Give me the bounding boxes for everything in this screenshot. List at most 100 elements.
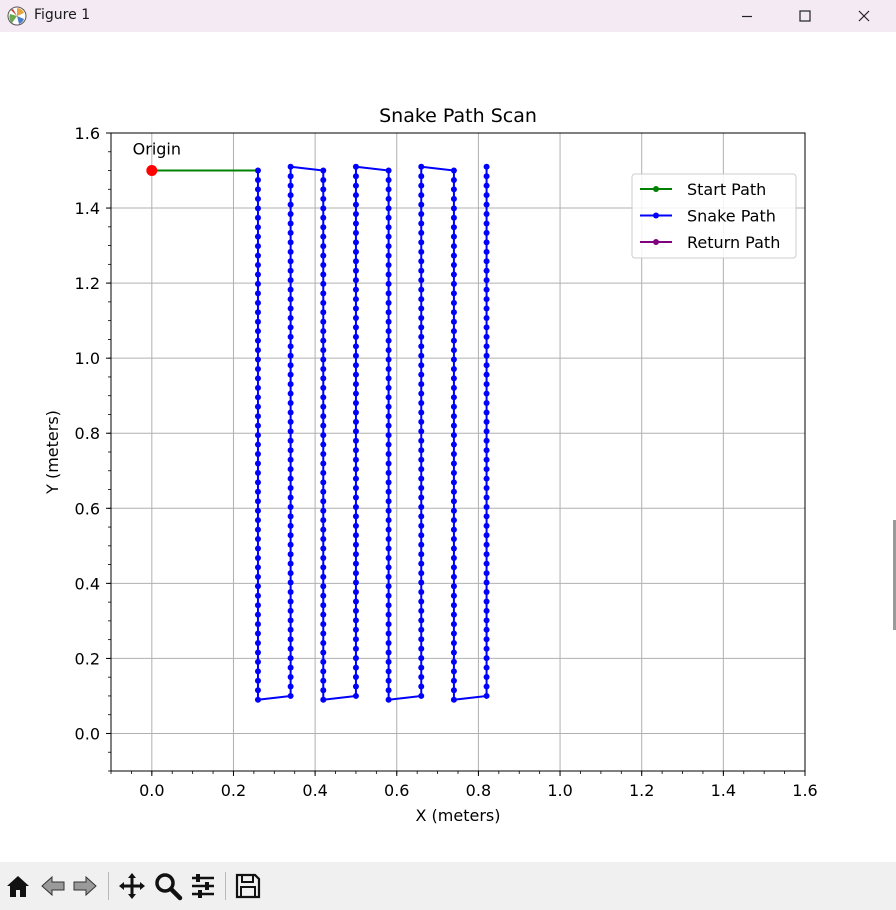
snake-path-point bbox=[418, 664, 425, 671]
snake-path-point bbox=[320, 195, 327, 202]
snake-path-point bbox=[385, 375, 392, 382]
snake-path-point bbox=[483, 343, 490, 350]
plot-data: Origin bbox=[133, 140, 490, 703]
snake-path-point bbox=[418, 324, 425, 331]
snake-path-point bbox=[254, 554, 261, 561]
snake-path-point bbox=[418, 598, 425, 605]
snake-path-point bbox=[352, 324, 359, 331]
snake-path-point bbox=[352, 362, 359, 369]
snake-path-point bbox=[320, 687, 327, 694]
minimize-button[interactable] bbox=[718, 0, 776, 32]
snake-path-point bbox=[385, 271, 392, 278]
snake-path-point bbox=[320, 214, 327, 221]
snake-path-point bbox=[352, 674, 359, 681]
origin-marker bbox=[146, 165, 158, 177]
snake-path-point bbox=[287, 163, 294, 170]
snake-path-point bbox=[352, 192, 359, 199]
snake-path-point bbox=[352, 655, 359, 662]
snake-path-point bbox=[418, 428, 425, 435]
figure-canvas[interactable]: 0.0 0.2 0.4 0.6 0.8 1.0 1.2 1.4 1.6 0.0 0.2 0.4 0.6 0… bbox=[0, 32, 896, 862]
snake-path-point bbox=[385, 224, 392, 231]
snake-path-point bbox=[320, 602, 327, 609]
snake-path-point bbox=[483, 352, 490, 359]
snake-path-point bbox=[320, 564, 327, 571]
snake-path-point bbox=[352, 494, 359, 501]
configure-subplots-button[interactable] bbox=[187, 870, 219, 902]
snake-path-point bbox=[287, 626, 294, 633]
snake-path-point bbox=[352, 305, 359, 312]
snake-path-point bbox=[287, 390, 294, 397]
snake-path-point bbox=[385, 630, 392, 637]
snake-path-point bbox=[418, 333, 425, 340]
snake-path-point bbox=[352, 607, 359, 614]
snake-path-point bbox=[254, 451, 261, 458]
maximize-icon bbox=[799, 10, 811, 22]
snake-path-point bbox=[385, 564, 392, 571]
snake-path-point bbox=[287, 513, 294, 520]
snake-path-point bbox=[287, 343, 294, 350]
snake-path-point bbox=[320, 243, 327, 250]
snake-path-point bbox=[385, 318, 392, 325]
snake-path-point bbox=[254, 488, 261, 495]
snake-path-point bbox=[385, 384, 392, 391]
snake-path-point bbox=[254, 639, 261, 646]
snake-path-point bbox=[352, 286, 359, 293]
snake-path-point bbox=[450, 583, 457, 590]
snake-path-point bbox=[254, 233, 261, 240]
snake-path-point bbox=[352, 201, 359, 208]
save-button[interactable] bbox=[232, 870, 264, 902]
snake-path-point bbox=[418, 617, 425, 624]
window-title: Figure 1 bbox=[34, 7, 91, 23]
snake-path-point bbox=[254, 460, 261, 467]
snake-path-point bbox=[385, 195, 392, 202]
snake-path-point bbox=[483, 400, 490, 407]
window-titlebar: Figure 1 bbox=[0, 0, 896, 32]
snake-path-point bbox=[450, 290, 457, 297]
snake-path-point bbox=[483, 220, 490, 227]
snake-path-point bbox=[450, 602, 457, 609]
snake-path-point bbox=[418, 447, 425, 454]
navigation-toolbar bbox=[0, 862, 896, 910]
snake-path-point bbox=[450, 214, 457, 221]
snake-path-point bbox=[287, 239, 294, 246]
snake-path-point bbox=[483, 692, 490, 699]
snake-path-point bbox=[450, 195, 457, 202]
snake-path-point bbox=[320, 441, 327, 448]
snake-path-point bbox=[287, 305, 294, 312]
zoom-button[interactable] bbox=[152, 870, 184, 902]
forward-button[interactable] bbox=[69, 870, 101, 902]
snake-path-point bbox=[385, 167, 392, 174]
snake-path-point bbox=[254, 422, 261, 429]
snake-path-point bbox=[450, 469, 457, 476]
snake-path-point bbox=[418, 239, 425, 246]
snake-path-point bbox=[418, 305, 425, 312]
home-button[interactable] bbox=[2, 870, 34, 902]
snake-path-point bbox=[287, 333, 294, 340]
snake-path-point bbox=[287, 475, 294, 482]
pan-button[interactable] bbox=[116, 870, 148, 902]
snake-path-point bbox=[320, 252, 327, 259]
snake-path-point bbox=[320, 526, 327, 533]
close-button[interactable] bbox=[835, 0, 893, 32]
snake-path-point bbox=[320, 167, 327, 174]
snake-path-point bbox=[418, 475, 425, 482]
snake-path-point bbox=[385, 507, 392, 514]
snake-path-point bbox=[450, 592, 457, 599]
snake-path-point bbox=[483, 418, 490, 425]
snake-path-point bbox=[450, 488, 457, 495]
snake-path-point bbox=[450, 167, 457, 174]
snake-path-point bbox=[385, 554, 392, 561]
snake-path-point bbox=[352, 617, 359, 624]
snake-path-point bbox=[320, 469, 327, 476]
snake-path-point bbox=[287, 494, 294, 501]
snake-path-point bbox=[352, 182, 359, 189]
back-button[interactable] bbox=[37, 870, 69, 902]
snake-path-point bbox=[352, 277, 359, 284]
x-tick-label: 1.4 bbox=[711, 781, 736, 800]
snake-path-point bbox=[385, 280, 392, 287]
snake-path-point bbox=[320, 507, 327, 514]
snake-path-point bbox=[483, 248, 490, 255]
maximize-button[interactable] bbox=[776, 0, 834, 32]
snake-path-point bbox=[287, 674, 294, 681]
snake-path-point bbox=[483, 485, 490, 492]
